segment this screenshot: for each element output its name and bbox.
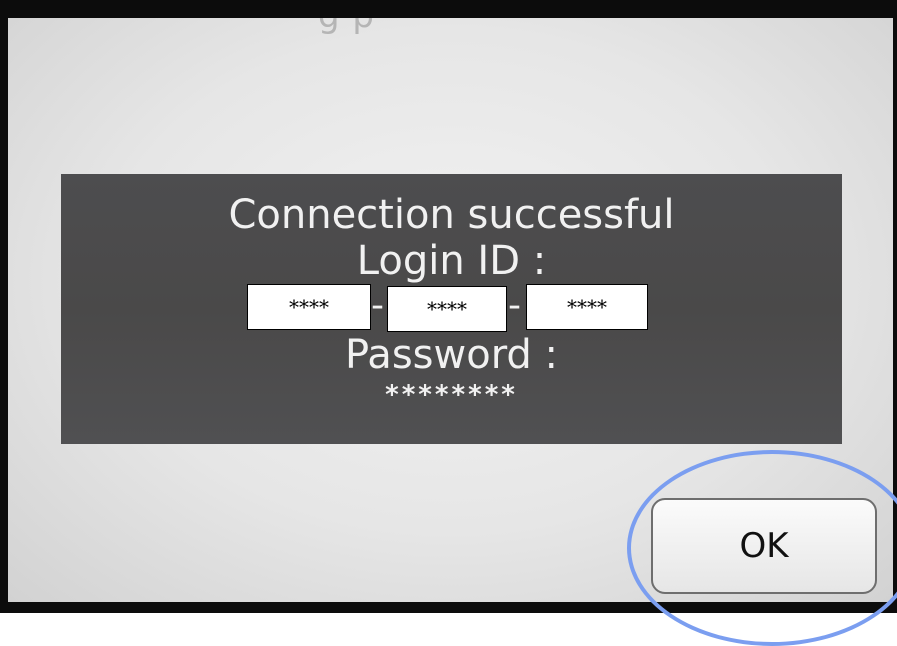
- login-id-separator-2: -: [508, 285, 521, 326]
- login-id-segment-2: ****: [387, 286, 507, 332]
- password-label: Password :: [344, 332, 559, 378]
- login-id-label: Login ID :: [356, 238, 547, 284]
- login-id-segment-1: ****: [247, 284, 371, 330]
- login-id-separator-1: -: [371, 285, 384, 326]
- login-id-segment-3: ****: [526, 284, 648, 330]
- top-text-fragment: g p: [318, 18, 375, 36]
- touch-screen: g p Connection successful Login ID : ***…: [8, 18, 893, 602]
- connection-info-panel: Connection successful Login ID : **** - …: [61, 174, 842, 444]
- connection-status-heading: Connection successful: [228, 192, 675, 238]
- ok-button[interactable]: OK: [651, 498, 877, 594]
- password-value: ********: [385, 380, 518, 410]
